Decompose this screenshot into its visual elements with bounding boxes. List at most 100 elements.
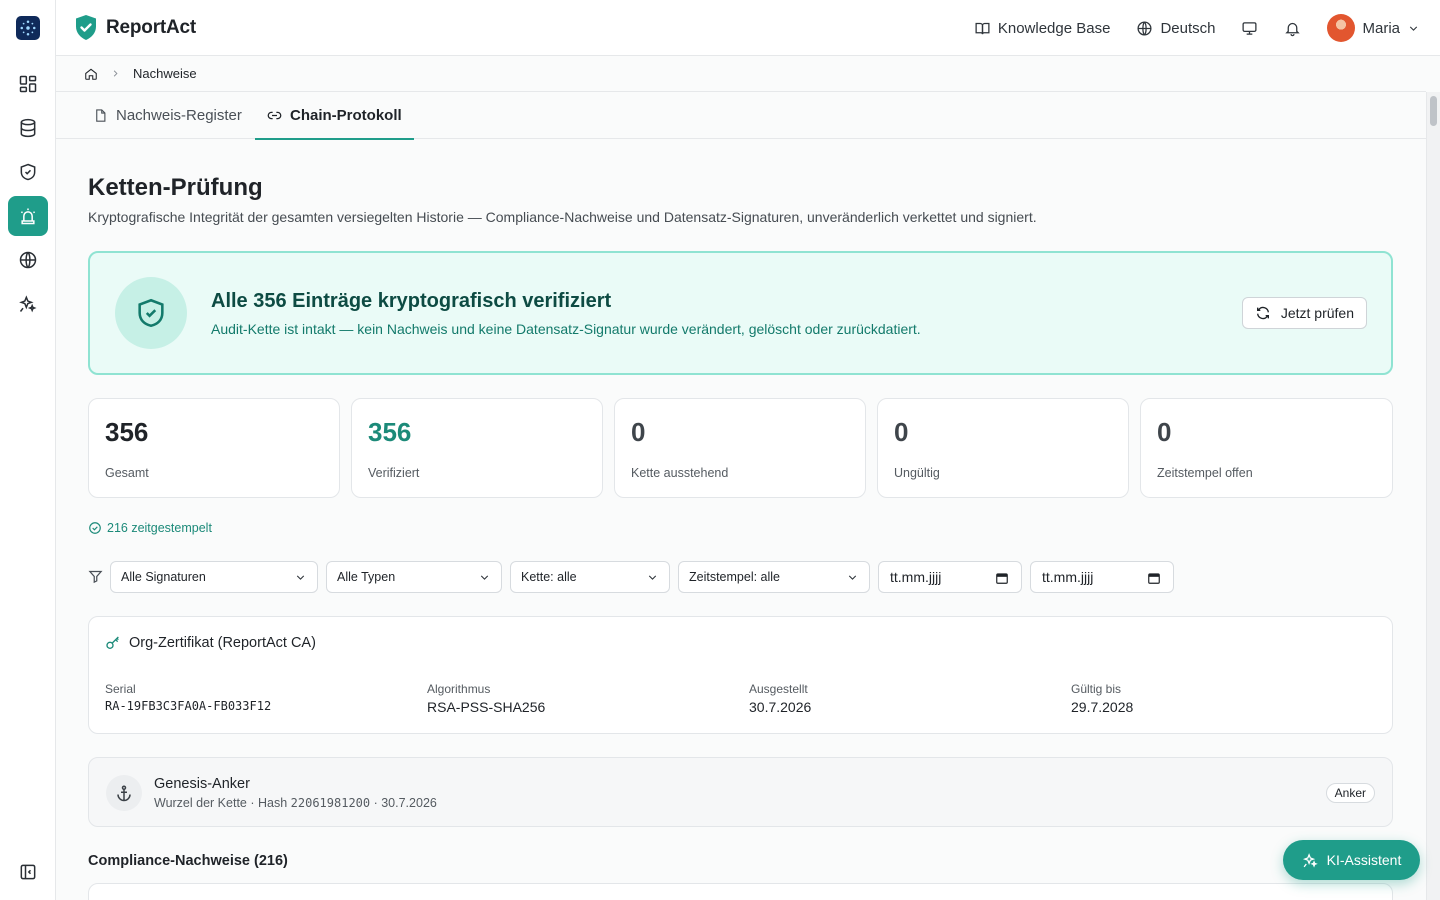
certificate-title-label: Org-Zertifikat (ReportAct CA) (129, 635, 316, 651)
verify-now-button[interactable]: Jetzt prüfen (1241, 297, 1367, 329)
file-icon (96, 109, 106, 122)
verify-now-label: Jetzt prüfen (1280, 305, 1354, 321)
stat-card-timestamp-open: 0 Zeitstempel offen (1140, 398, 1393, 498)
select-value: Kette: alle (521, 570, 577, 584)
tab-nachweis-register[interactable]: Nachweis-Register (93, 92, 242, 139)
certificate-title: Org-Zertifikat (ReportAct CA) (105, 635, 316, 651)
certificate-issued: Ausgestellt 30.7.2026 (749, 682, 811, 715)
page-title: Ketten-Prüfung (88, 174, 263, 201)
stat-card-chain-pending: 0 Kette ausstehend (614, 398, 866, 498)
nav-dashboard-icon[interactable] (8, 64, 48, 104)
sidebar-toggle-icon[interactable] (8, 852, 48, 892)
filter-bar: Alle Signaturen Alle Typen Kette: alle Z… (88, 561, 1188, 593)
refresh-icon (1256, 306, 1269, 320)
field-key: Algorithmus (427, 682, 491, 696)
key-icon (106, 636, 119, 649)
chevron-right-icon (113, 70, 118, 77)
genesis-sub-prefix: Wurzel der Kette · Hash (154, 796, 291, 810)
scrollbar[interactable] (1426, 92, 1440, 900)
brand-name: ReportAct (106, 17, 197, 38)
knowledge-base-link[interactable]: Knowledge Base (974, 20, 1110, 37)
stat-label: Verifiziert (368, 466, 420, 480)
field-value: RA-19FB3C3FA0A-FB033F12 (105, 699, 272, 713)
stat-card-total: 356 Gesamt (88, 398, 340, 498)
field-key: Gültig bis (1071, 682, 1122, 696)
certificate-valid-until: Gültig bis 29.7.2028 (1071, 682, 1133, 715)
field-value: 30.7.2026 (749, 699, 812, 715)
nav-sparkles-icon[interactable] (8, 284, 48, 324)
nav-globe-icon[interactable] (8, 240, 48, 280)
scrollbar-thumb[interactable] (1430, 96, 1437, 126)
verification-subtitle: Audit-Kette ist intakt — kein Nachweis u… (211, 321, 921, 337)
sparkles-icon (1302, 852, 1318, 868)
stat-card-invalid: 0 Ungültig (877, 398, 1129, 498)
signature-filter-select[interactable]: Alle Signaturen (110, 561, 318, 593)
page-subtitle: Kryptografische Integrität der gesamten … (88, 209, 1037, 225)
select-value: Alle Signaturen (121, 570, 206, 584)
date-to-input[interactable]: tt.mm.jjjj (1030, 561, 1174, 593)
ai-assistant-label: KI-Assistent (1326, 852, 1402, 868)
calendar-icon (996, 573, 1008, 584)
timestamp-filter-select[interactable]: Zeitstempel: alle (678, 561, 870, 593)
anchor-icon (106, 775, 142, 811)
stat-value: 356 (105, 417, 149, 447)
certificate-serial: Serial RA-19FB3C3FA0A-FB033F12 (105, 682, 271, 713)
breadcrumb: Nachweise (56, 56, 1426, 92)
type-filter-select[interactable]: Alle Typen (326, 561, 502, 593)
stat-card-verified: 356 Verifiziert (351, 398, 603, 498)
notifications-button[interactable] (1284, 20, 1301, 37)
stat-value: 356 (368, 417, 412, 447)
display-button[interactable] (1241, 20, 1258, 37)
genesis-date: · 30.7.2026 (370, 796, 437, 810)
timestamped-label: 216 zeitgestempelt (107, 521, 212, 535)
verification-banner: Alle 356 Einträge kryptografisch verifiz… (88, 251, 1393, 375)
compliance-section-title: Compliance-Nachweise (216) (88, 853, 288, 869)
bell-icon (1285, 22, 1301, 36)
date-placeholder: tt.mm.jjjj (1042, 569, 1094, 585)
top-header: ReportAct Knowledge Base Deutsch Maria (56, 0, 1440, 56)
user-menu[interactable]: Maria (1327, 14, 1420, 42)
stat-label: Kette ausstehend (631, 466, 729, 480)
select-value: Alle Typen (337, 570, 396, 584)
anchor-badge: Anker (1325, 783, 1375, 803)
chevron-down-icon (480, 575, 489, 580)
genesis-anchor-card[interactable]: Genesis-Anker Wurzel der Kette · Hash 22… (88, 757, 1393, 827)
stats-row: 356 Gesamt 356 Verifiziert 0 Kette ausst… (88, 398, 1393, 498)
shield-check-icon (115, 277, 187, 349)
chevron-down-icon (1409, 25, 1418, 31)
chevron-down-icon (848, 575, 857, 580)
tab-bar: Nachweis-Register Chain-Protokoll (56, 92, 1426, 140)
app-logo-icon[interactable] (16, 16, 40, 40)
date-from-input[interactable]: tt.mm.jjjj (878, 561, 1022, 593)
genesis-hash: 22061981200 (290, 796, 371, 810)
check-circle-icon (89, 522, 101, 534)
nav-shield-icon[interactable] (8, 152, 48, 192)
tab-chain-protokoll[interactable]: Chain-Protokoll (255, 92, 414, 140)
brand[interactable]: ReportAct (74, 14, 196, 42)
stat-label: Zeitstempel offen (1157, 466, 1253, 480)
tab-label: Chain-Protokoll (290, 107, 402, 124)
nav-database-icon[interactable] (8, 108, 48, 148)
left-rail (0, 0, 56, 900)
date-placeholder: tt.mm.jjjj (890, 569, 942, 585)
field-value: RSA-PSS-SHA256 (427, 699, 546, 715)
brand-shield-icon (76, 15, 96, 40)
field-key: Serial (105, 682, 136, 696)
book-icon (975, 22, 990, 34)
genesis-subtitle: Wurzel der Kette · Hash 22061981200 · 30… (154, 796, 437, 810)
genesis-title: Genesis-Anker (154, 776, 250, 792)
stat-label: Ungültig (894, 466, 940, 480)
timestamped-count: 216 zeitgestempelt (88, 521, 212, 535)
ai-assistant-button[interactable]: KI-Assistent (1283, 840, 1420, 880)
chain-filter-select[interactable]: Kette: alle (510, 561, 670, 593)
home-icon[interactable] (84, 67, 98, 81)
avatar (1327, 14, 1356, 42)
nav-alarm-icon[interactable] (8, 196, 48, 236)
stat-value: 0 (1157, 417, 1172, 447)
chevron-down-icon (296, 575, 305, 580)
globe-icon (1137, 20, 1152, 36)
org-certificate-card: Org-Zertifikat (ReportAct CA) Serial RA-… (88, 616, 1393, 734)
stat-value: 0 (631, 417, 646, 447)
language-switcher[interactable]: Deutsch (1136, 20, 1215, 37)
certificate-algorithm: Algorithmus RSA-PSS-SHA256 (427, 682, 545, 715)
